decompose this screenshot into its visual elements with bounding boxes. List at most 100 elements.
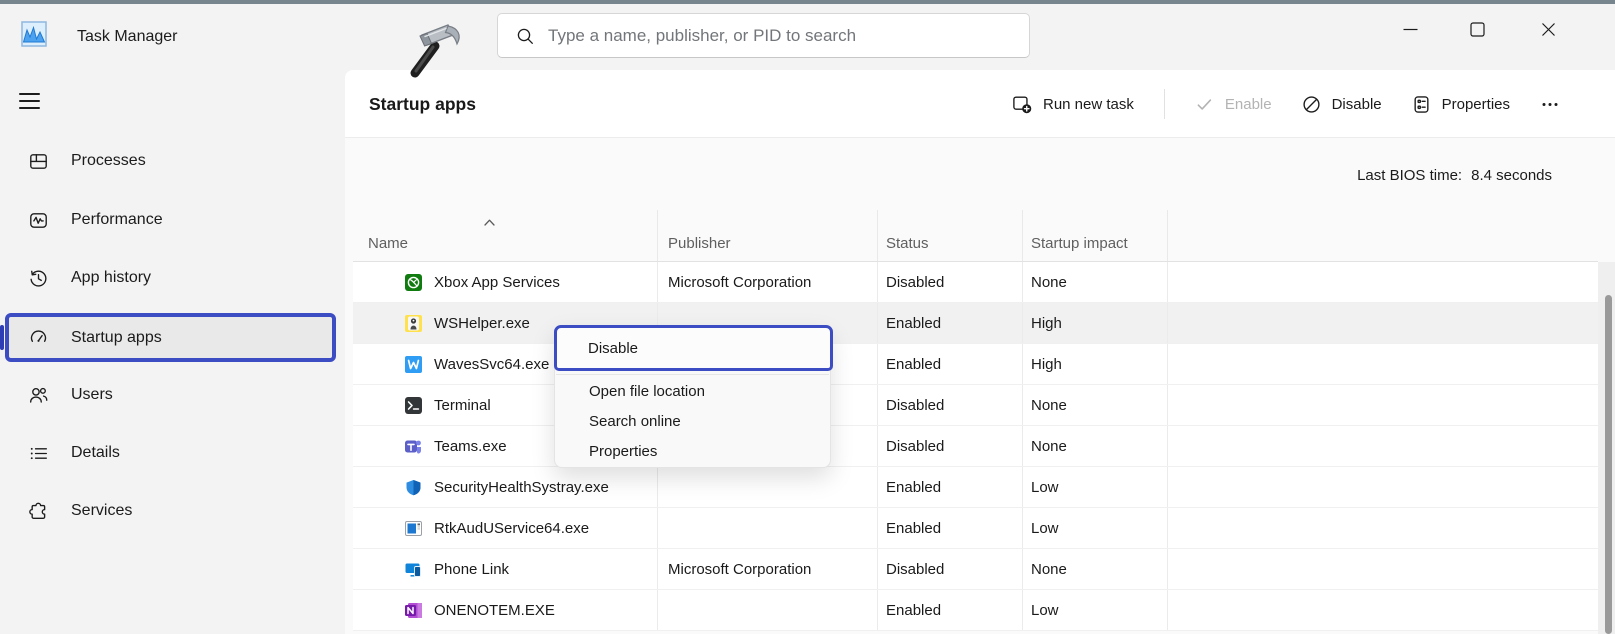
phone-link-icon <box>405 561 422 578</box>
context-menu-item-disable[interactable]: Disable <box>554 325 833 371</box>
last-bios-time: Last BIOS time:8.4 seconds <box>1357 167 1552 184</box>
last-bios-time-label: Last BIOS time: <box>1357 167 1462 184</box>
app-status: Disabled <box>878 426 1023 466</box>
sidebar-item-label: Details <box>71 444 120 462</box>
row-filler <box>1168 262 1598 302</box>
processes-icon <box>28 151 48 171</box>
terminal-icon <box>405 397 422 414</box>
sidebar-item-details[interactable]: Details <box>5 429 336 477</box>
panel-header: Startup apps Run new task Enable <box>345 70 1615 138</box>
context-menu-item-search-online[interactable]: Search online <box>555 406 830 436</box>
navigation-menu-button[interactable] <box>19 88 45 114</box>
toolbar-divider <box>1164 89 1165 119</box>
app-name: Phone Link <box>434 561 509 578</box>
table-row-teams[interactable]: Teams.exe Disabled None <box>353 426 1598 467</box>
xbox-icon <box>405 274 422 291</box>
column-header-publisher[interactable]: Publisher <box>658 210 878 261</box>
row-filler <box>1168 303 1598 343</box>
row-filler <box>1168 385 1598 425</box>
app-publisher <box>658 508 878 548</box>
row-filler <box>1168 508 1598 548</box>
sidebar-item-users[interactable]: Users <box>5 371 336 419</box>
waves-icon <box>405 356 422 373</box>
app-name: Xbox App Services <box>434 274 560 291</box>
table-row-wavessvc64[interactable]: WavesSvc64.exe Enabled High <box>353 344 1598 385</box>
enable-check-icon <box>1195 95 1214 114</box>
sidebar-item-startup-apps[interactable]: Startup apps <box>5 313 336 362</box>
table-row-rtkauduservice64[interactable]: RtkAudUService64.exe Enabled Low <box>353 508 1598 549</box>
app-name: RtkAudUService64.exe <box>434 520 589 537</box>
enable-label: Enable <box>1225 96 1272 113</box>
close-icon <box>1541 22 1556 37</box>
context-menu-item-properties[interactable]: Properties <box>555 436 830 466</box>
sidebar-item-label: Performance <box>71 211 163 229</box>
scrollbar-thumb[interactable] <box>1605 295 1612 634</box>
table-row-phone-link[interactable]: Phone Link Microsoft Corporation Disable… <box>353 549 1598 590</box>
app-status: Enabled <box>878 590 1023 630</box>
more-options-button[interactable] <box>1540 95 1560 114</box>
app-name: ONENOTEM.EXE <box>434 602 555 619</box>
table-row-wshelper[interactable]: WSHelper.exe Enabled High <box>353 303 1598 344</box>
row-filler <box>1168 467 1598 507</box>
performance-icon <box>28 210 48 230</box>
page-title: Startup apps <box>369 70 476 138</box>
context-menu: Disable Open file location Search online… <box>554 325 831 468</box>
realtek-icon <box>405 520 422 537</box>
table-row-onenotem[interactable]: ONENOTEM.EXE Enabled Low <box>353 590 1598 631</box>
titlebar: Task Manager <box>0 4 1615 70</box>
sidebar-item-performance[interactable]: Performance <box>5 196 336 244</box>
disable-label: Disable <box>1332 96 1382 113</box>
run-new-task-label: Run new task <box>1043 96 1134 113</box>
sort-ascending-icon <box>483 218 496 227</box>
app-startup-impact: High <box>1023 344 1168 384</box>
maximize-button[interactable] <box>1454 4 1500 54</box>
enable-button[interactable]: Enable <box>1195 95 1272 114</box>
context-menu-item-open-file-location[interactable]: Open file location <box>555 376 830 406</box>
app-status: Disabled <box>878 262 1023 302</box>
column-header-label: Name <box>368 235 408 252</box>
app-publisher <box>658 590 878 630</box>
column-header-status[interactable]: Status <box>878 210 1023 261</box>
sidebar-item-app-history[interactable]: App history <box>5 254 336 302</box>
disable-button[interactable]: Disable <box>1302 95 1382 114</box>
table-row-terminal[interactable]: Terminal Microsoft Corporation Disabled … <box>353 385 1598 426</box>
more-options-icon <box>1540 95 1560 114</box>
onenote-icon <box>405 602 422 619</box>
hamburger-icon <box>19 93 40 95</box>
column-header-name[interactable]: Name <box>353 210 658 261</box>
app-startup-impact: Low <box>1023 467 1168 507</box>
sidebar-item-label: App history <box>71 269 151 287</box>
search-icon <box>516 27 534 45</box>
main-panel: Startup apps Run new task Enable <box>345 70 1615 634</box>
table-row-xbox-app-services[interactable]: Xbox App Services Microsoft Corporation … <box>353 262 1598 303</box>
table-row-securityhealthsystray[interactable]: SecurityHealthSystray.exe Enabled Low <box>353 467 1598 508</box>
app-name: Teams.exe <box>434 438 507 455</box>
column-header-label: Publisher <box>668 235 731 252</box>
search-input[interactable] <box>548 26 1029 46</box>
app-status: Enabled <box>878 303 1023 343</box>
sidebar-item-label: Users <box>71 386 113 404</box>
run-new-task-button[interactable]: Run new task <box>1012 94 1134 114</box>
app-status: Enabled <box>878 344 1023 384</box>
column-header-label: Startup impact <box>1031 235 1128 252</box>
app-name: Terminal <box>434 397 491 414</box>
toolbar: Run new task Enable Disable <box>1012 70 1560 138</box>
sidebar-item-services[interactable]: Services <box>5 487 336 535</box>
close-button[interactable] <box>1525 4 1571 54</box>
properties-label: Properties <box>1442 96 1510 113</box>
sidebar-item-processes[interactable]: Processes <box>5 137 336 185</box>
row-filler <box>1168 590 1598 630</box>
app-status: Disabled <box>878 549 1023 589</box>
security-shield-icon <box>405 479 422 496</box>
properties-button[interactable]: Properties <box>1412 95 1510 114</box>
hamburger-icon <box>19 107 40 109</box>
app-startup-impact: High <box>1023 303 1168 343</box>
app-name: SecurityHealthSystray.exe <box>434 479 609 496</box>
table-header: Name Publisher Status Startup impact <box>353 210 1598 262</box>
app-startup-impact: None <box>1023 262 1168 302</box>
services-icon <box>28 501 48 521</box>
minimize-button[interactable] <box>1387 4 1433 54</box>
column-header-startup-impact[interactable]: Startup impact <box>1023 210 1168 261</box>
app-publisher: Microsoft Corporation <box>658 262 878 302</box>
search-box[interactable] <box>497 13 1030 58</box>
